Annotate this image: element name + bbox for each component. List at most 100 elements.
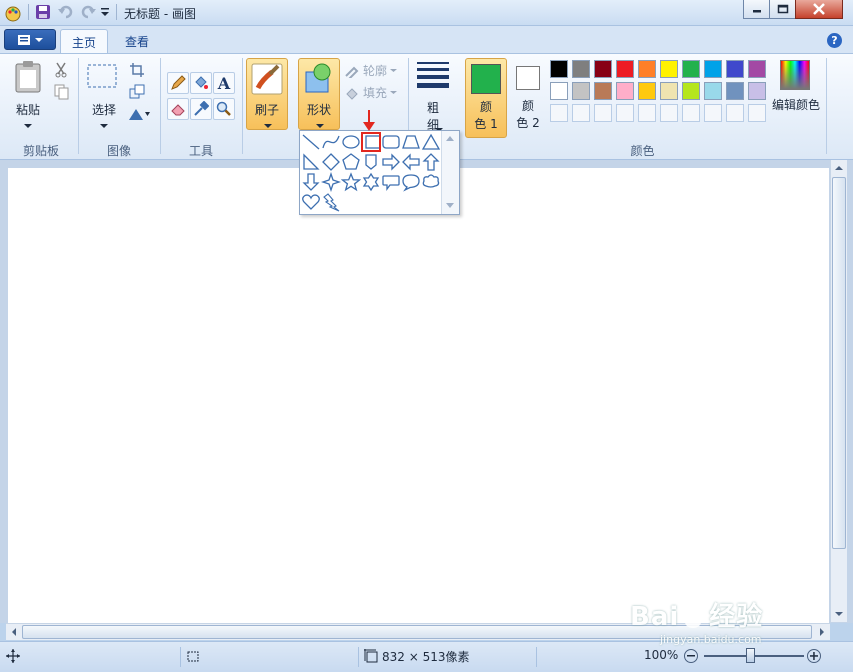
shape-hexagon-icon[interactable] [361,152,381,172]
redo-icon[interactable] [79,4,97,22]
crop-icon[interactable] [129,62,145,81]
palette-swatch[interactable] [660,82,678,100]
shape-triangle-icon[interactable] [421,132,441,152]
zoom-slider-thumb[interactable] [746,648,755,663]
undo-icon[interactable] [57,4,75,22]
maximize-button[interactable] [769,0,796,19]
shape-heart-icon[interactable] [301,192,321,212]
shapes-button[interactable]: 形状 [298,58,340,130]
vertical-scrollbar[interactable] [830,160,847,622]
paste-button[interactable]: 粘贴 [10,60,46,130]
shape-cloud-callout-icon[interactable] [421,172,441,192]
custom-color-slot[interactable] [704,104,722,122]
shape-down-arrow-icon[interactable] [301,172,321,192]
shape-oval-icon[interactable] [341,132,361,152]
drawing-canvas[interactable] [8,168,829,623]
help-icon[interactable]: ? [827,33,842,48]
shape-right-triangle-icon[interactable] [301,152,321,172]
tab-home[interactable]: 主页 [60,29,108,54]
zoom-in-icon[interactable] [807,649,821,663]
vertical-scroll-thumb[interactable] [832,177,846,549]
palette-swatch[interactable] [616,60,634,78]
brushes-button[interactable]: 刷子 [246,58,288,130]
resize-icon[interactable] [129,84,145,103]
color1-button[interactable]: 颜 色 1 [465,58,507,138]
color-picker-icon[interactable] [190,98,212,120]
fill-bucket-icon[interactable] [190,72,212,94]
custom-color-slot[interactable] [594,104,612,122]
gallery-scroll-down-icon [446,203,454,208]
color2-button[interactable]: 颜 色 2 [509,58,547,138]
palette-swatch[interactable] [682,82,700,100]
palette-swatch[interactable] [550,82,568,100]
custom-color-slot[interactable] [660,104,678,122]
magnifier-icon[interactable] [213,98,235,120]
shape-six-point-star-icon[interactable] [361,172,381,192]
palette-swatch[interactable] [616,82,634,100]
custom-color-slot[interactable] [682,104,700,122]
palette-swatch[interactable] [748,82,766,100]
close-button[interactable] [795,0,843,19]
color2-label-1: 颜 [521,99,534,113]
shape-left-arrow-icon[interactable] [401,152,421,172]
customize-quick-access-icon[interactable] [100,6,110,21]
zoom-out-icon[interactable] [684,649,698,663]
window-title: 无标题 - 画图 [124,7,196,21]
custom-color-slot[interactable] [638,104,656,122]
shape-polygon-icon[interactable] [401,132,421,152]
palette-swatch[interactable] [572,60,590,78]
shape-diamond-icon[interactable] [321,152,341,172]
custom-color-slot[interactable] [726,104,744,122]
palette-swatch[interactable] [682,60,700,78]
shape-rounded-callout-icon[interactable] [381,172,401,192]
cut-icon[interactable] [54,62,68,81]
custom-color-slot[interactable] [616,104,634,122]
shape-curve-icon[interactable] [321,132,341,152]
shapes-gallery-scrollbar[interactable] [441,131,459,214]
eraser-icon[interactable] [167,98,189,120]
custom-color-slot[interactable] [572,104,590,122]
palette-swatch[interactable] [748,60,766,78]
shape-four-point-star-icon[interactable] [321,172,341,192]
baidu-watermark: Bai 经验 jingyan.baidu.com [630,596,830,646]
text-tool-icon[interactable]: A [213,72,235,94]
palette-swatch[interactable] [594,60,612,78]
shape-right-arrow-icon[interactable] [381,152,401,172]
paint-app-icon[interactable] [4,4,22,22]
save-icon[interactable] [35,4,53,22]
palette-swatch[interactable] [704,82,722,100]
size-button[interactable]: 粗 细 [414,60,452,132]
palette-swatch[interactable] [726,60,744,78]
palette-swatch[interactable] [638,60,656,78]
custom-color-slot[interactable] [748,104,766,122]
palette-swatch[interactable] [594,82,612,100]
scroll-down-icon[interactable] [831,606,847,622]
tab-view[interactable]: 查看 [112,29,162,54]
palette-swatch[interactable] [638,82,656,100]
pencil-icon[interactable] [167,72,189,94]
custom-color-slot[interactable] [550,104,568,122]
palette-swatch[interactable] [726,82,744,100]
shape-rectangle-icon[interactable] [361,132,381,152]
minimize-button[interactable] [743,0,770,19]
rotate-icon[interactable] [127,106,151,125]
shape-line-icon[interactable] [301,132,321,152]
edit-colors-button[interactable]: 编辑颜色 [772,60,820,130]
scroll-up-icon[interactable] [831,160,847,176]
shape-up-arrow-icon[interactable] [421,152,441,172]
palette-swatch[interactable] [704,60,722,78]
shape-five-point-star-icon[interactable] [341,172,361,192]
select-button[interactable]: 选择 [86,62,122,132]
file-menu-button[interactable] [4,29,56,50]
shape-pentagon-icon[interactable] [341,152,361,172]
shape-oval-callout-icon[interactable] [401,172,421,192]
copy-icon[interactable] [54,84,70,103]
fill-button[interactable]: 填充 [344,84,398,101]
shape-lightning-icon[interactable] [321,192,341,212]
shape-rounded-rectangle-icon[interactable] [381,132,401,152]
outline-button[interactable]: 轮廓 [344,62,398,79]
scroll-left-icon[interactable] [6,624,22,640]
palette-swatch[interactable] [572,82,590,100]
palette-swatch[interactable] [660,60,678,78]
palette-swatch[interactable] [550,60,568,78]
